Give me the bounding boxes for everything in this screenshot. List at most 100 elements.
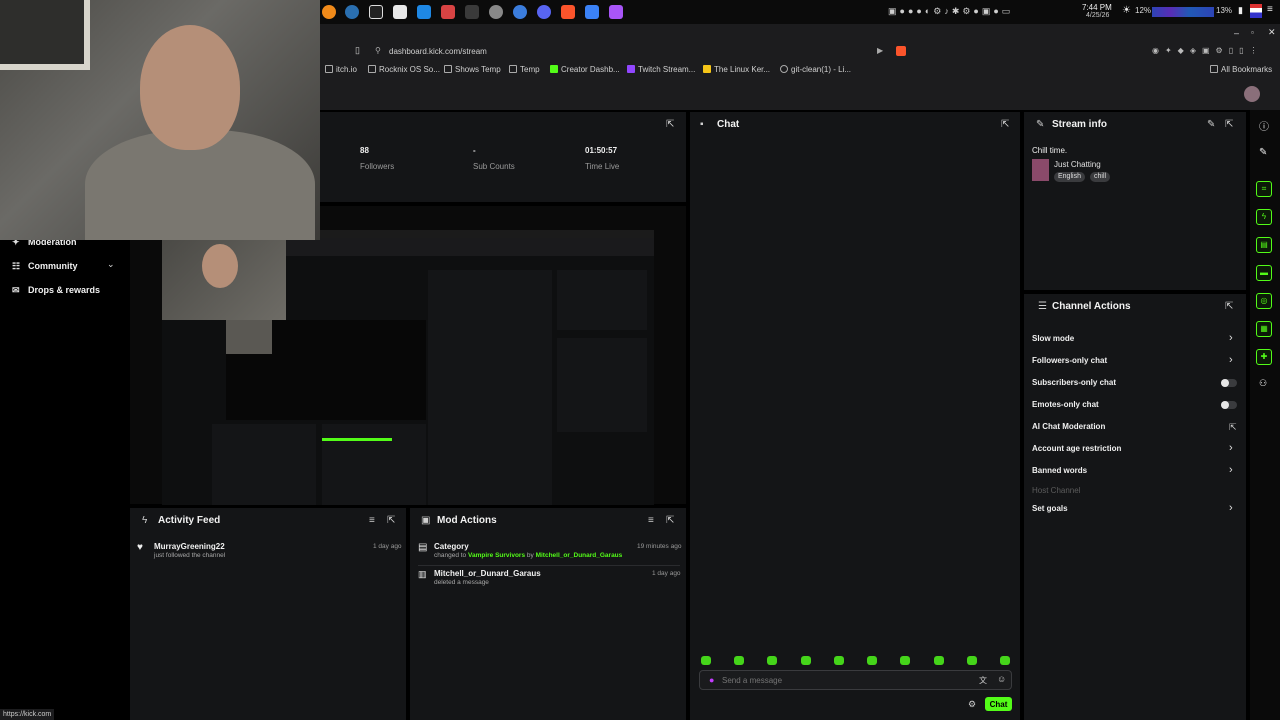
- mod-entry-time: 19 minutes ago: [637, 543, 682, 550]
- lightning-icon: ϟ: [142, 515, 148, 526]
- followers-only-chat[interactable]: Followers-only chat: [1032, 356, 1107, 365]
- document-icon[interactable]: ▤: [1256, 237, 1272, 253]
- chevron-right-icon[interactable]: ›: [1229, 354, 1233, 366]
- popout-icon[interactable]: ⇱: [666, 119, 674, 130]
- settings-icon[interactable]: [489, 5, 503, 19]
- activity-user[interactable]: MurrayGreening22: [154, 542, 225, 551]
- sidebar-item-community[interactable]: ☷ Community: [12, 261, 78, 272]
- emote-2[interactable]: [734, 656, 744, 665]
- brave-shield-icon[interactable]: [896, 46, 906, 56]
- chat-popout-icon[interactable]: ⇱: [1001, 119, 1009, 130]
- qbittorrent-icon[interactable]: [513, 5, 527, 19]
- emote-9[interactable]: [967, 656, 977, 665]
- banned-words[interactable]: Banned words: [1032, 466, 1087, 475]
- emote-3[interactable]: [767, 656, 777, 665]
- user-avatar[interactable]: [1244, 86, 1260, 102]
- sub-count: -: [473, 146, 476, 155]
- chevron-right-icon[interactable]: ›: [1229, 332, 1233, 344]
- edit-icon[interactable]: ✎: [1207, 119, 1215, 130]
- bookmark-linux-kernel[interactable]: The Linux Ker...: [703, 65, 770, 74]
- emote-4[interactable]: [801, 656, 811, 665]
- brave-icon[interactable]: [561, 5, 575, 19]
- chevron-right-icon[interactable]: ›: [1229, 464, 1233, 476]
- calendar-icon[interactable]: ▦: [1256, 321, 1272, 337]
- translate-icon[interactable]: 文: [979, 675, 987, 686]
- subscribers-only-toggle[interactable]: [1221, 379, 1237, 387]
- bookmark-itchio[interactable]: itch.io: [325, 65, 357, 74]
- bookmark-temp[interactable]: Temp: [509, 65, 540, 74]
- filter-icon[interactable]: ≡: [369, 515, 375, 526]
- chat-input-box[interactable]: ● 文 ☺: [699, 670, 1012, 690]
- chevron-down-icon[interactable]: ⌄: [107, 259, 115, 270]
- terminal-icon[interactable]: [465, 5, 479, 19]
- slow-mode[interactable]: Slow mode: [1032, 334, 1074, 343]
- app-icon-orange[interactable]: [322, 5, 336, 19]
- set-goals[interactable]: Set goals: [1032, 504, 1068, 513]
- emoji-icon[interactable]: ☺: [997, 674, 1006, 684]
- bookmark-twitch-stream[interactable]: Twitch Stream...: [627, 65, 695, 74]
- filter-icon[interactable]: ≡: [648, 515, 654, 526]
- stream-tool-icon[interactable]: ⌗: [1256, 181, 1272, 197]
- sidebar-item-drops[interactable]: ✉ Drops & rewards: [12, 285, 100, 296]
- mod-popout-icon[interactable]: ⇱: [666, 515, 674, 526]
- user-link[interactable]: Mitchell_or_Dunard_Garaus: [536, 552, 623, 559]
- tag-chill: chill: [1090, 172, 1111, 182]
- stream-info-popout-icon[interactable]: ⇱: [1225, 119, 1233, 130]
- maximize-icon[interactable]: ▫: [1251, 28, 1254, 37]
- emote-5[interactable]: [834, 656, 844, 665]
- brave-beta-icon[interactable]: [585, 5, 599, 19]
- chat-input[interactable]: [722, 674, 962, 687]
- flag-icon[interactable]: [1250, 4, 1262, 18]
- extension-icons[interactable]: ◉✦◆◈▣⚙▯▯⋮: [1152, 46, 1264, 55]
- account-age-restriction[interactable]: Account age restriction: [1032, 444, 1121, 453]
- send-chat-button[interactable]: Chat: [985, 697, 1012, 711]
- play-icon[interactable]: ▶: [877, 46, 883, 55]
- channel-actions-popout-icon[interactable]: ⇱: [1225, 301, 1233, 312]
- people-icon: ☷: [12, 261, 21, 271]
- discord-icon[interactable]: [537, 5, 551, 19]
- emote-8[interactable]: [934, 656, 944, 665]
- ai-chat-moderation[interactable]: AI Chat Moderation: [1032, 422, 1105, 431]
- trash-tray-icon[interactable]: ▮: [1238, 5, 1243, 16]
- emote-7[interactable]: [900, 656, 910, 665]
- site-settings-icon[interactable]: ⚲: [375, 46, 381, 55]
- bookmark-icon[interactable]: ▯: [355, 45, 360, 56]
- chevron-right-icon[interactable]: ›: [1229, 502, 1233, 514]
- bookmark-creator-dashboard[interactable]: Creator Dashb...: [550, 65, 620, 74]
- chat-settings-icon[interactable]: ⚙: [968, 699, 976, 710]
- bookmark-rocknix[interactable]: Rocknix OS So...: [368, 65, 440, 74]
- address-bar[interactable]: dashboard.kick.com/stream: [389, 47, 487, 56]
- system-tray-icons[interactable]: ▣●●●◐⚙♪✱⚙●▣●▭: [888, 6, 1013, 17]
- emotes-only-toggle[interactable]: [1221, 401, 1237, 409]
- mod-entry-title[interactable]: Mitchell_or_Dunard_Garaus: [434, 569, 541, 578]
- menu-tray-icon[interactable]: ≡: [1267, 4, 1273, 15]
- app-icon-pen[interactable]: [393, 5, 407, 19]
- game-link[interactable]: Vampire Survivors: [468, 552, 525, 559]
- app-icon-red[interactable]: [441, 5, 455, 19]
- bookmark-git-clean[interactable]: git-clean(1) - Li...: [780, 65, 851, 74]
- brave-nightly-icon[interactable]: [609, 5, 623, 19]
- steam-icon[interactable]: [345, 5, 359, 19]
- external-link-icon[interactable]: ⇱: [1229, 422, 1237, 433]
- wrench-tool-icon[interactable]: ✚: [1256, 349, 1272, 365]
- folder-icon: [368, 65, 376, 73]
- chevron-right-icon[interactable]: ›: [1229, 442, 1233, 454]
- pencil-icon[interactable]: ✎: [1259, 147, 1267, 158]
- info-icon[interactable]: ⓘ: [1259, 118, 1269, 133]
- lightning-icon[interactable]: ϟ: [1256, 209, 1272, 225]
- bookmark-shows-temp[interactable]: Shows Temp: [444, 65, 501, 74]
- users-icon[interactable]: ⚇: [1259, 378, 1267, 389]
- emote-10[interactable]: [1000, 656, 1010, 665]
- emote-1[interactable]: [701, 656, 711, 665]
- activity-popout-icon[interactable]: ⇱: [387, 515, 395, 526]
- emote-6[interactable]: [867, 656, 877, 665]
- all-bookmarks[interactable]: All Bookmarks: [1210, 65, 1272, 74]
- clock-time[interactable]: 7:44 PM: [1082, 3, 1112, 12]
- app-icon-box[interactable]: [369, 5, 383, 19]
- minimize-icon[interactable]: –: [1234, 28, 1239, 38]
- broadcast-icon[interactable]: ◎: [1256, 293, 1272, 309]
- chat-tool-icon[interactable]: ▬: [1256, 265, 1272, 281]
- microphone-icon[interactable]: ●: [709, 675, 714, 685]
- close-icon[interactable]: ✕: [1268, 27, 1276, 38]
- app-icon-blue[interactable]: [417, 5, 431, 19]
